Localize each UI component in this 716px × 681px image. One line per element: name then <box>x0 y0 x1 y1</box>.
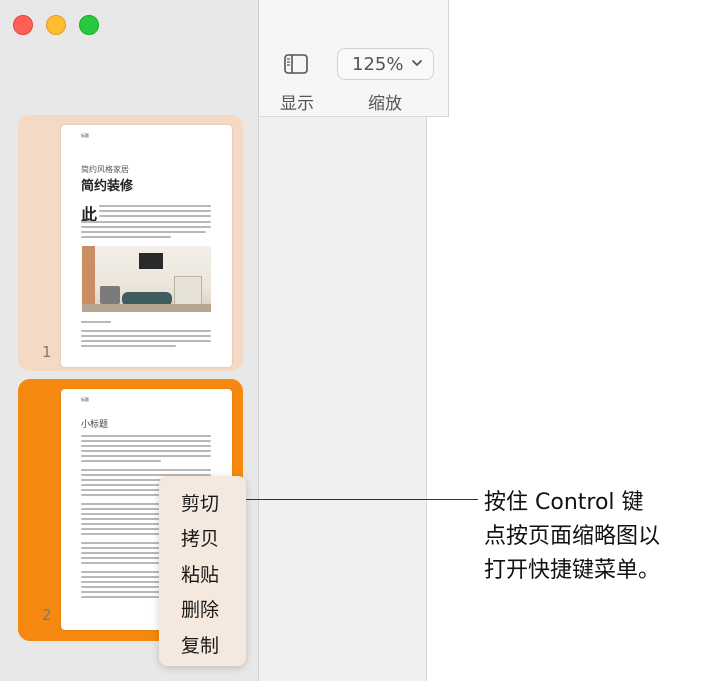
zoom-label: 缩放 <box>368 94 402 114</box>
text-line <box>81 345 176 347</box>
thumbnail-heading: 小标题 <box>81 420 109 430</box>
document-canvas[interactable] <box>259 117 448 681</box>
text-line <box>81 435 211 437</box>
text-line <box>81 469 211 471</box>
text-line <box>81 596 166 598</box>
menu-item-paste[interactable]: 粘贴 <box>181 560 219 587</box>
chevron-down-icon <box>412 60 422 66</box>
view-label: 显示 <box>280 94 314 114</box>
text-line <box>81 440 211 442</box>
text-line <box>81 533 171 535</box>
thumbnail-title: 简约装修 <box>81 179 134 194</box>
text-line <box>81 450 211 452</box>
document-page-edge <box>426 117 449 681</box>
text-line <box>81 226 211 228</box>
text-line <box>81 221 211 223</box>
text-line <box>99 215 211 217</box>
text-line <box>81 340 211 342</box>
page-thumbnail-1[interactable]: 标题 简约风格家居 简约装修 此 <box>61 125 232 367</box>
menu-item-cut[interactable]: 剪切 <box>181 489 219 516</box>
text-line <box>99 210 211 212</box>
sidebar-icon <box>284 54 308 74</box>
callout-line-3: 打开快捷键菜单。 <box>484 558 661 583</box>
text-line <box>99 205 211 207</box>
thumbnail-subtitle: 简约风格家居 <box>81 165 129 174</box>
text-line <box>81 455 211 457</box>
thumbnail-header: 标题 <box>81 397 89 402</box>
menu-item-delete[interactable]: 删除 <box>181 595 219 622</box>
thumbnail-header: 标题 <box>81 133 89 138</box>
zoom-popup-button[interactable]: 125% <box>337 48 434 80</box>
close-window-button[interactable] <box>13 15 33 35</box>
text-line <box>81 460 161 462</box>
page-number-2: 2 <box>42 606 52 624</box>
text-line <box>81 335 211 337</box>
context-menu: 剪切 拷贝 粘贴 删除 复制 <box>159 476 246 666</box>
menu-item-duplicate[interactable]: 复制 <box>181 631 219 658</box>
view-button[interactable] <box>275 50 317 80</box>
fullscreen-window-button[interactable] <box>79 15 99 35</box>
text-line <box>81 236 171 238</box>
thumbnail-photo <box>82 246 211 312</box>
callout-line <box>246 499 478 500</box>
text-line <box>81 445 211 447</box>
zoom-value: 125% <box>352 54 404 75</box>
text-line <box>81 231 206 233</box>
page-number-1: 1 <box>42 343 52 361</box>
text-line <box>81 321 111 323</box>
callout-line-1: 按住 Control 键 <box>484 490 644 515</box>
callout-line-2: 点按页面缩略图以 <box>484 524 661 549</box>
minimize-window-button[interactable] <box>46 15 66 35</box>
text-line <box>81 330 211 332</box>
menu-item-copy[interactable]: 拷贝 <box>181 524 219 551</box>
